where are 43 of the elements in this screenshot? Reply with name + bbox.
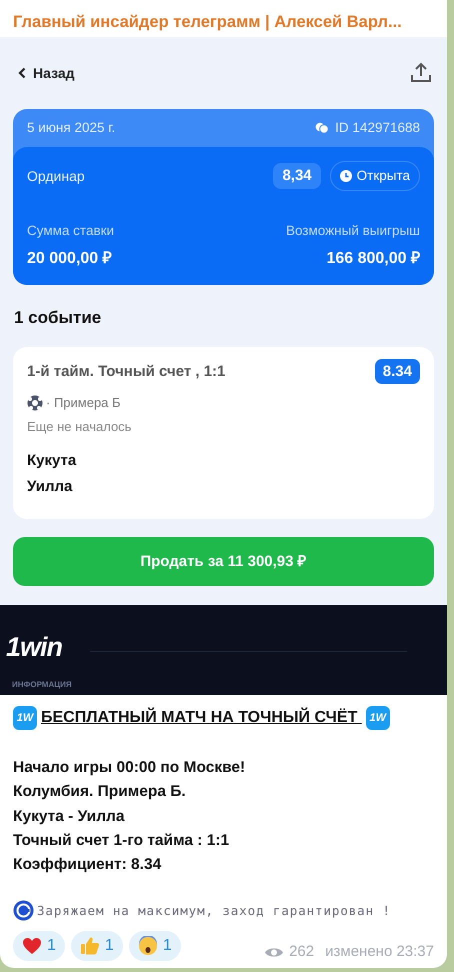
message-line: Кукута - Уилла <box>13 806 126 827</box>
brand-logo: 1win <box>6 631 62 664</box>
sell-button[interactable]: Продать за 11 300,93 ₽ <box>13 537 434 586</box>
banner-caption: ИНФОРМАЦИЯ <box>12 679 72 691</box>
team-name: Кукута <box>27 451 78 472</box>
stake-amount: 20 000,00 ₽ <box>27 249 112 270</box>
bet-id: ID 142971688 <box>335 118 420 137</box>
copy-icon[interactable] <box>315 122 330 134</box>
logo-badge: 1W <box>366 706 390 730</box>
signature-text: Заряжаем на максимум, заход гарантирован ! <box>37 902 391 920</box>
heart-icon <box>22 936 42 955</box>
share-icon[interactable] <box>410 62 432 84</box>
odds-badge: 8.34 <box>374 359 420 384</box>
clock-icon <box>340 170 352 182</box>
bet-type: Ординар <box>27 166 85 186</box>
screaming-face-icon <box>138 936 158 956</box>
reaction-button[interactable]: 1 <box>128 930 181 961</box>
payout-amount: 166 800,00 ₽ <box>326 249 420 270</box>
team-name: Уилла <box>27 476 74 497</box>
back-button[interactable]: Назад <box>18 62 75 84</box>
channel-title[interactable]: Главный инсайдер телеграмм | Алексей Варл... <box>0 0 447 37</box>
message-headline: 1W БЕСПЛАТНЫЙ МАТЧ НА ТОЧНЫЙ СЧЁТ 1W <box>13 705 434 731</box>
stake-label: Сумма ставки <box>27 222 114 240</box>
thumbs-up-icon <box>80 936 100 956</box>
message-line: Точный счет 1-го тайма : 1:1 <box>13 830 230 851</box>
bet-date: 5 июня 2025 г. <box>27 118 116 137</box>
view-count: 262 <box>289 942 314 962</box>
message-line: Коэффициент: 8.34 <box>13 855 162 876</box>
logo-badge: 1W <box>13 706 37 730</box>
edited-time: изменено 23:37 <box>325 942 434 962</box>
message-line: Колумбия. Примера Б. <box>13 782 187 802</box>
status-badge: Открыта <box>330 161 420 191</box>
eye-icon <box>264 946 284 960</box>
message-line: Начало игры 00:00 по Москве! <box>13 758 246 778</box>
league-name: · Примера Б <box>46 394 121 412</box>
events-heading: 1 событие <box>14 307 102 330</box>
market-name: 1-й тайм. Точный счет , 1:1 <box>27 362 226 382</box>
odds-badge: 8,34 <box>273 163 321 189</box>
payout-label: Возможный выигрыш <box>286 222 420 240</box>
chevron-left-icon <box>18 67 26 79</box>
reaction-button[interactable]: 1 <box>70 930 123 961</box>
reaction-button[interactable]: 1 <box>13 930 65 961</box>
match-status: Еще не началось <box>27 418 132 436</box>
